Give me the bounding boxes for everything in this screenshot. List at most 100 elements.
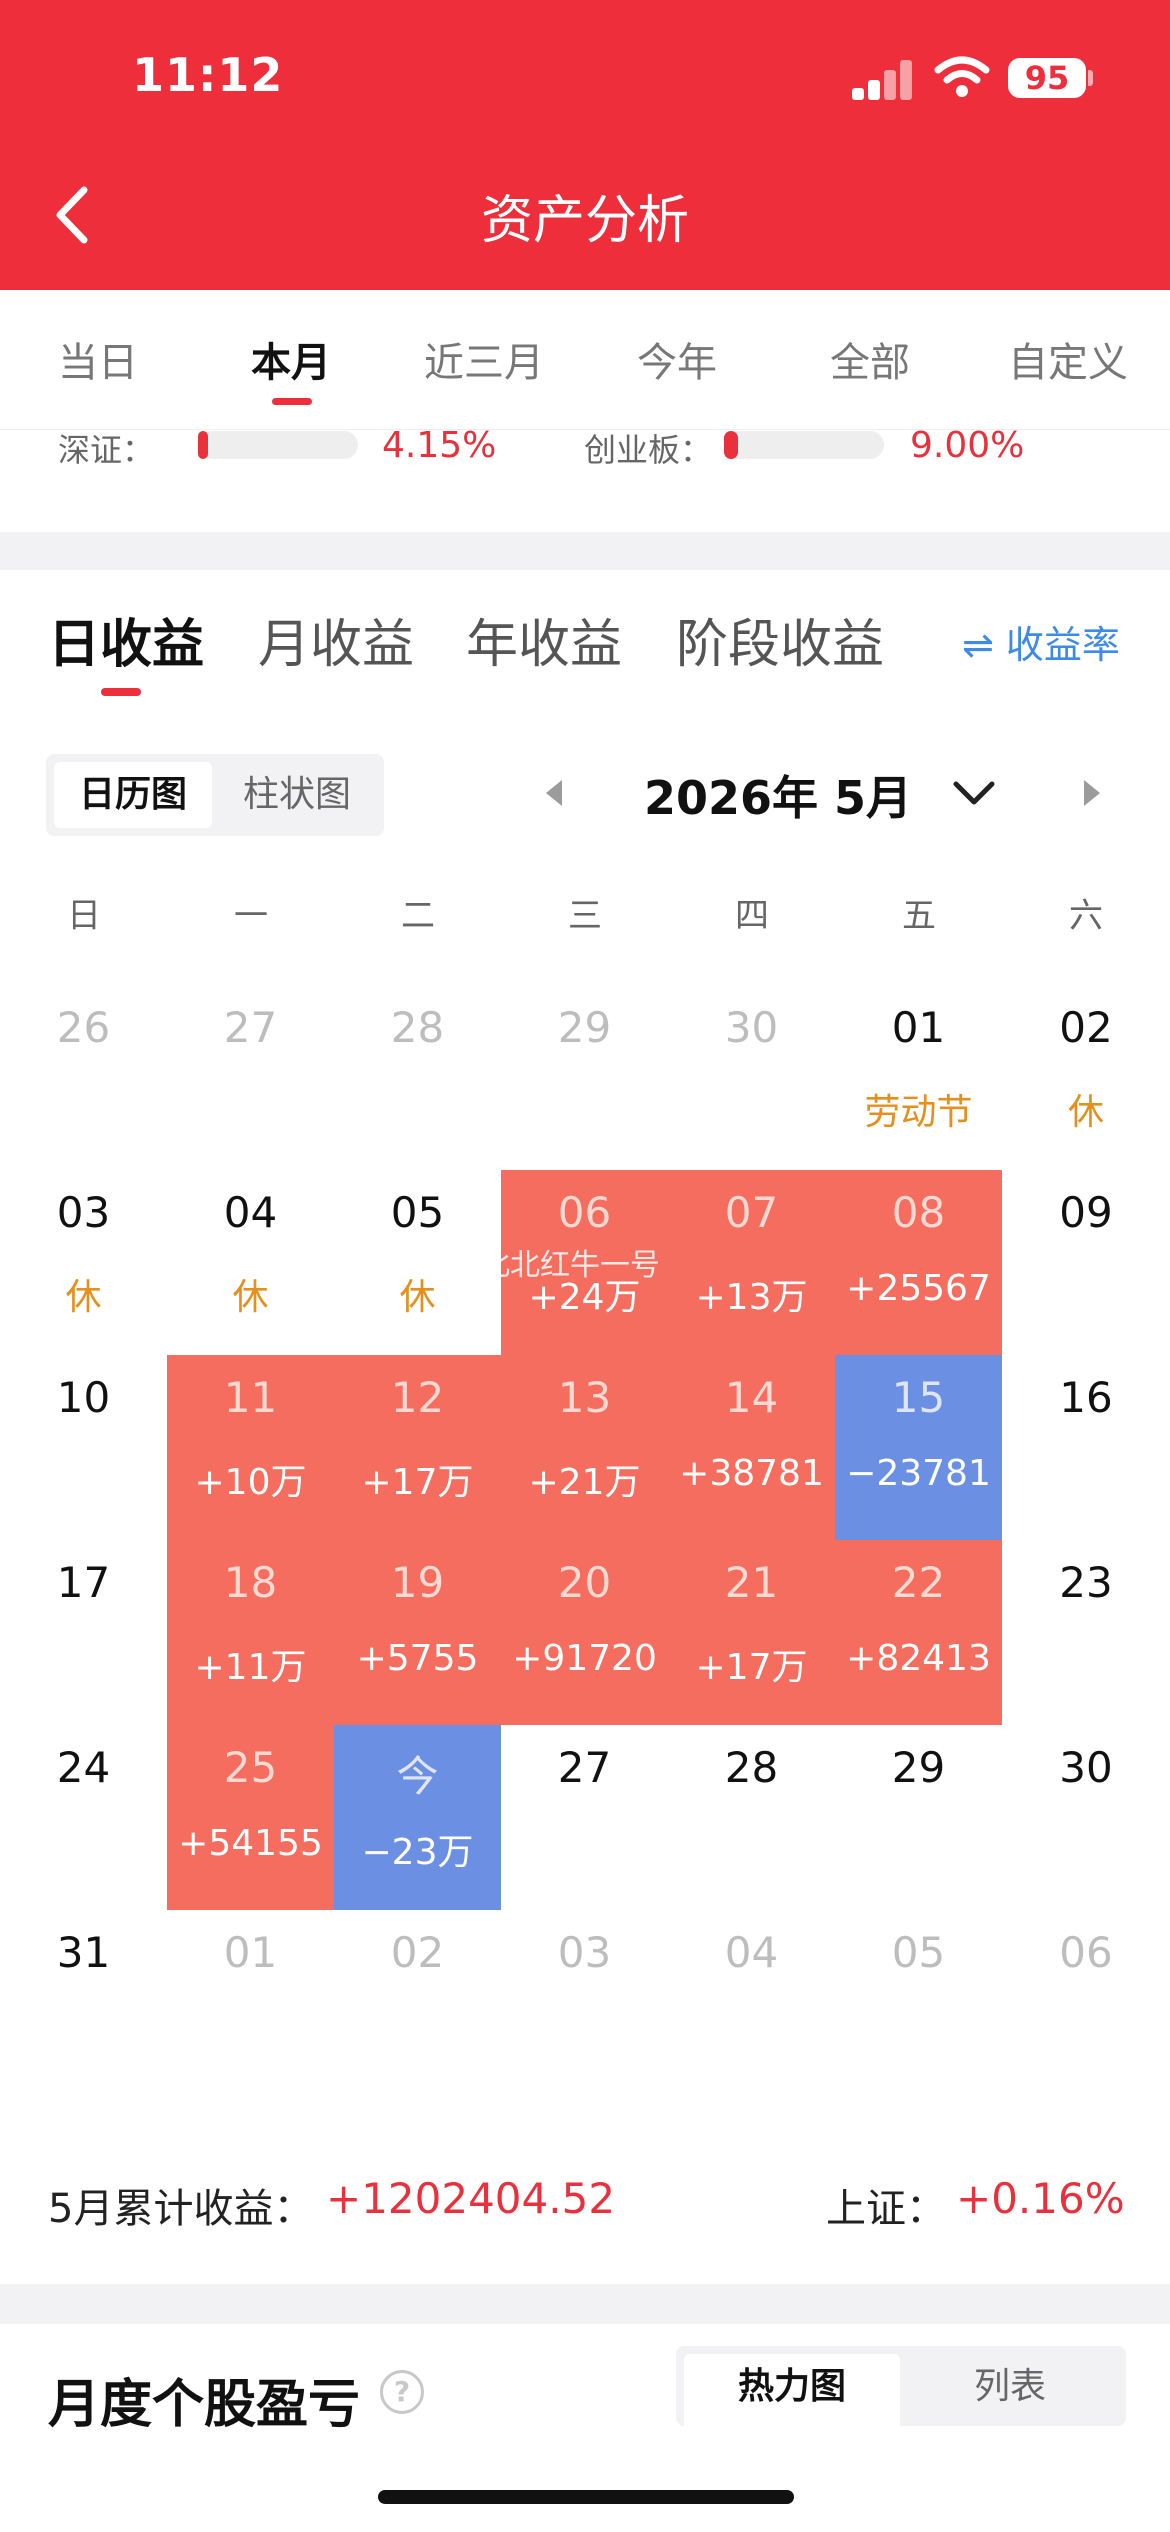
calendar-day-cell[interactable]: 17: [0, 1540, 167, 1725]
calendar-day-cell[interactable]: 06: [1002, 1910, 1170, 2095]
tab-this-year[interactable]: 今年: [587, 330, 767, 388]
calendar-holiday-label: 休: [232, 1277, 269, 1318]
calendar-day-number: 今: [396, 1752, 439, 1801]
calendar-day-cell[interactable]: 20 +91720: [501, 1540, 668, 1725]
calendar-day-cell[interactable]: 13 +21万: [501, 1355, 668, 1540]
calendar-day-cell[interactable]: 10: [0, 1355, 167, 1540]
heatmap-button[interactable]: 热力图: [684, 2354, 900, 2426]
section-divider: [0, 532, 1170, 570]
watermark: @北北红牛一号: [450, 1248, 660, 1283]
tab-yearly-income[interactable]: 年收益: [466, 602, 622, 677]
weekday-sat: 六: [1069, 896, 1103, 936]
calendar-day-cell[interactable]: 01 劳动节: [835, 985, 1002, 1170]
index-bar-cyb: [724, 431, 884, 459]
calendar-day-profit: +17万: [361, 1462, 474, 1503]
calendar-day-cell[interactable]: 09: [1002, 1170, 1170, 1355]
calendar-day-cell[interactable]: 03: [501, 1910, 668, 2095]
calendar-day-number: 02: [390, 1928, 445, 1977]
tab-custom[interactable]: 自定义: [978, 330, 1158, 388]
calendar-day-cell[interactable]: 27: [501, 1725, 668, 1910]
calendar-day-cell[interactable]: 18 +11万: [167, 1540, 334, 1725]
calendar-day-number: 09: [1059, 1188, 1113, 1237]
next-month-icon[interactable]: [1080, 778, 1104, 808]
calendar-day-cell[interactable]: 04: [668, 1910, 835, 2095]
calendar-day-cell[interactable]: 今 −23万: [334, 1725, 501, 1910]
calendar-day-cell[interactable]: 03 休: [0, 1170, 167, 1355]
calendar-day-cell[interactable]: 02: [334, 1910, 501, 2095]
calendar-day-cell[interactable]: 27: [167, 985, 334, 1170]
help-icon[interactable]: ?: [380, 2370, 424, 2414]
calendar-day-profit: +10万: [194, 1462, 307, 1503]
calendar-day-cell[interactable]: 15 −23781: [835, 1355, 1002, 1540]
calendar-day-number: 15: [891, 1373, 946, 1422]
index-bar-sz: [198, 431, 358, 459]
weekday-sun: 日: [67, 896, 101, 936]
calendar-day-cell[interactable]: 16: [1002, 1355, 1170, 1540]
calendar-day-profit: +21万: [528, 1462, 641, 1503]
calendar-day-number: 02: [1059, 1003, 1113, 1052]
calendar-day-number: 30: [1059, 1743, 1113, 1792]
view-switch: 日历图 柱状图: [46, 754, 384, 836]
weekday-tue: 二: [401, 896, 435, 936]
calendar-day-cell[interactable]: 26: [0, 985, 167, 1170]
calendar-day-profit: +13万: [695, 1277, 808, 1318]
tab-daily-income[interactable]: 日收益: [48, 602, 204, 677]
tab-three-months[interactable]: 近三月: [394, 330, 574, 388]
month-label[interactable]: 2026年 5月: [644, 762, 912, 828]
calendar-day-number: 25: [223, 1743, 278, 1792]
calendar-day-cell[interactable]: 24: [0, 1725, 167, 1910]
calendar-day-cell[interactable]: 21 +17万: [668, 1540, 835, 1725]
tab-today[interactable]: 当日: [8, 330, 188, 388]
calendar-day-cell[interactable]: 30: [668, 985, 835, 1170]
calendar-day-number: 06: [1059, 1928, 1113, 1977]
calendar-day-number: 12: [390, 1373, 445, 1422]
chevron-down-icon[interactable]: [950, 776, 998, 810]
calendar-day-number: 16: [1059, 1373, 1113, 1422]
app-header: 11:12 95 资产分析: [0, 0, 1170, 290]
calendar-day-cell[interactable]: 23: [1002, 1540, 1170, 1725]
return-rate-toggle[interactable]: ⇌ 收益率: [962, 614, 1120, 669]
calendar-day-profit: −23万: [361, 1832, 474, 1873]
calendar-day-number: 05: [390, 1188, 445, 1237]
calendar-day-cell[interactable]: 25 +54155: [167, 1725, 334, 1910]
calendar-day-number: 23: [1059, 1558, 1113, 1607]
weekday-thu: 四: [735, 896, 769, 936]
index-bar-fill-cyb: [724, 431, 739, 459]
calendar-day-cell[interactable]: 14 +38781: [668, 1355, 835, 1540]
calendar-day-number: 31: [56, 1928, 111, 1977]
bar-view-button[interactable]: 柱状图: [218, 762, 376, 828]
calendar-day-cell[interactable]: 12 +17万: [334, 1355, 501, 1540]
calendar-day-cell[interactable]: 28: [668, 1725, 835, 1910]
status-time: 11:12: [132, 48, 284, 102]
calendar-day-profit: +82413: [846, 1638, 991, 1679]
calendar-day-cell[interactable]: 04 休: [167, 1170, 334, 1355]
calendar-day-cell[interactable]: 29: [501, 985, 668, 1170]
calendar-day-cell[interactable]: 08 +25567: [835, 1170, 1002, 1355]
prev-month-icon[interactable]: [542, 778, 566, 808]
calendar-day-cell[interactable]: 07 +13万: [668, 1170, 835, 1355]
calendar-day-cell[interactable]: 28: [334, 985, 501, 1170]
calendar-day-number: 14: [724, 1373, 779, 1422]
calendar-view-button[interactable]: 日历图: [54, 762, 212, 828]
calendar-day-number: 01: [223, 1928, 278, 1977]
weekday-header: 日 一 二 三 四 五 六: [0, 888, 1170, 938]
calendar-day-number: 19: [390, 1558, 445, 1607]
calendar-day-cell[interactable]: 19 +5755: [334, 1540, 501, 1725]
calendar-day-cell[interactable]: 11 +10万: [167, 1355, 334, 1540]
calendar-day-cell[interactable]: 31: [0, 1910, 167, 2095]
calendar-day-profit: +17万: [695, 1647, 808, 1688]
tab-monthly-income[interactable]: 月收益: [258, 602, 414, 677]
calendar-day-cell[interactable]: 29: [835, 1725, 1002, 1910]
calendar-day-cell[interactable]: 01: [167, 1910, 334, 2095]
calendar-day-number: 29: [557, 1003, 612, 1052]
tab-this-month[interactable]: 本月: [201, 330, 381, 388]
calendar-day-cell[interactable]: 30: [1002, 1725, 1170, 1910]
calendar-day-cell[interactable]: 02 休: [1002, 985, 1170, 1170]
tab-period-income[interactable]: 阶段收益: [676, 602, 884, 677]
battery-indicator: 95: [1008, 58, 1086, 98]
list-button[interactable]: 列表: [902, 2354, 1118, 2426]
calendar-day-cell[interactable]: 05: [835, 1910, 1002, 2095]
tab-all[interactable]: 全部: [780, 330, 960, 388]
calendar-day-cell[interactable]: 22 +82413: [835, 1540, 1002, 1725]
calendar-day-number: 10: [56, 1373, 111, 1422]
